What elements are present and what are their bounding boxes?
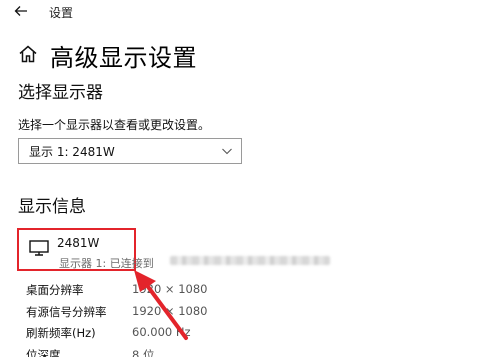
page-title: 高级显示设置 [50,44,197,72]
settings-window: 设置 高级显示设置 选择显示器 选择一个显示器以查看或更改设置。 显示 1: 2… [0,0,500,357]
monitor-icon [29,240,49,256]
select-display-heading: 选择显示器 [18,83,103,103]
dropdown-selected-value: 显示 1: 2481W [29,144,115,159]
window-title: 设置 [49,6,74,20]
display-status: 显示器 1: 已连接到 [59,257,154,270]
back-button[interactable] [12,2,30,20]
display-info-heading: 显示信息 [18,197,86,217]
info-label-active-signal-resolution: 有源信号分辨率 [26,305,107,319]
display-name: 2481W [57,236,100,250]
select-display-description: 选择一个显示器以查看或更改设置。 [18,118,211,132]
display-card-highlight: 2481W 显示器 1: 已连接到 [17,228,154,271]
info-value-desktop-resolution: 1920 × 1080 [132,282,208,296]
home-icon[interactable] [18,44,38,64]
info-value-active-signal-resolution: 1920 × 1080 [132,304,208,318]
redacted-connection-info [170,256,330,265]
info-value-bit-depth: 8 位 [132,348,155,357]
info-label-bit-depth: 位深度 [26,348,61,357]
display-select-dropdown[interactable]: 显示 1: 2481W [18,138,242,164]
info-label-desktop-resolution: 桌面分辨率 [26,283,84,297]
info-label-refresh-rate: 刷新频率(Hz) [26,326,96,340]
back-arrow-icon [14,6,27,16]
chevron-down-icon [222,148,232,155]
info-value-refresh-rate: 60.000 Hz [132,325,191,339]
